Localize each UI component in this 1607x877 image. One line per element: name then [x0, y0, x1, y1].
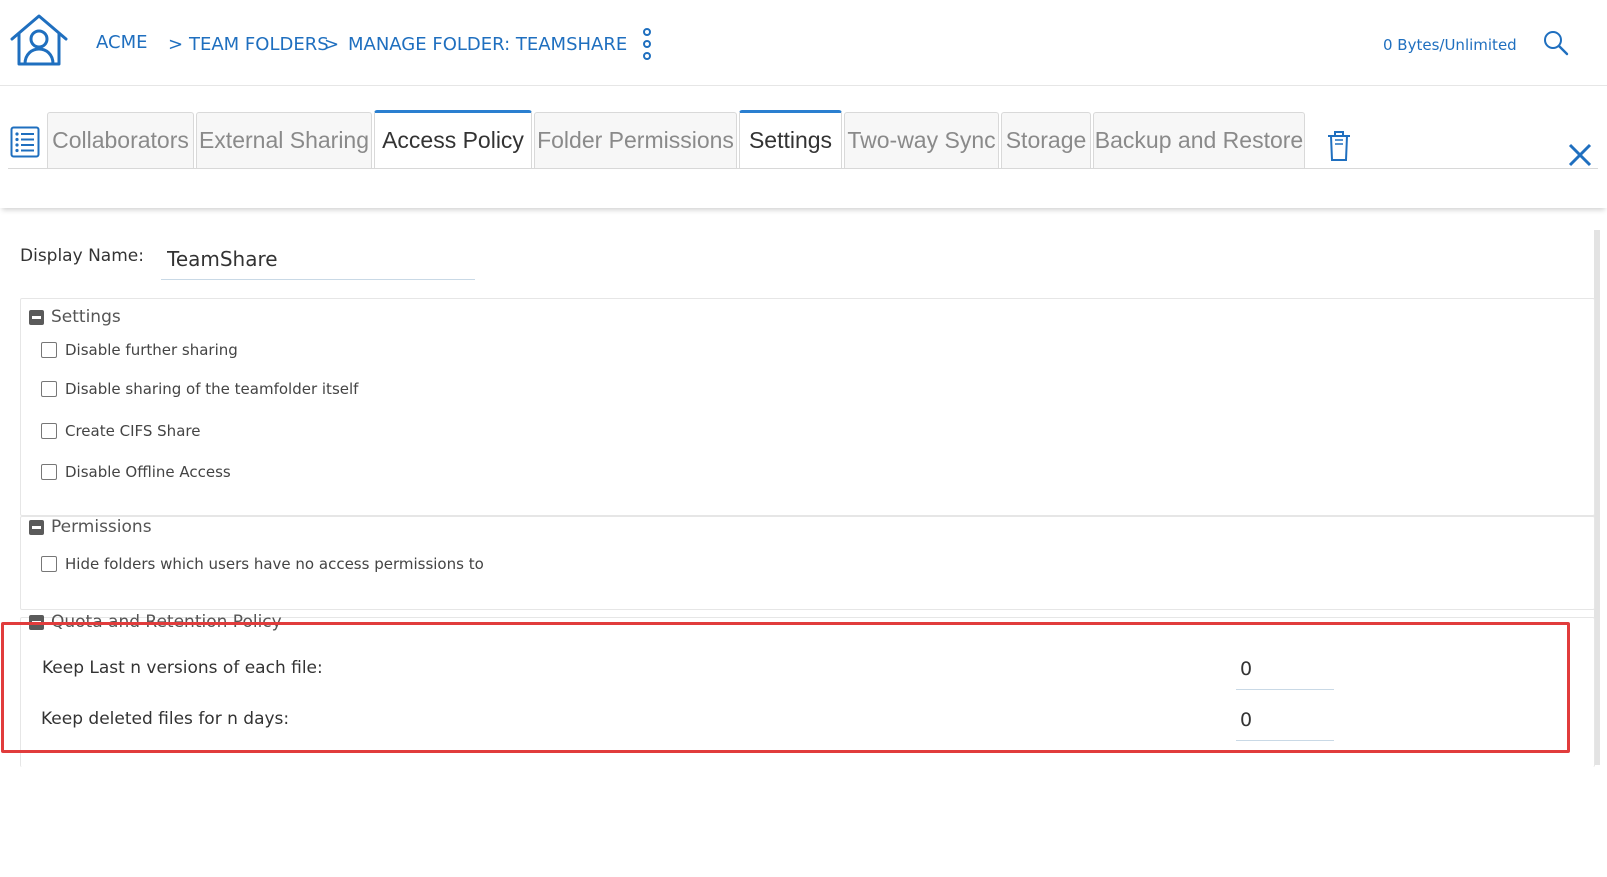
option-label: Disable sharing of the teamfolder itself	[65, 380, 359, 398]
trash-icon[interactable]	[1326, 130, 1352, 162]
tab-bar-divider	[8, 168, 1598, 169]
option-label: Disable Offline Access	[65, 463, 231, 481]
option-label: Hide folders which users have no access …	[65, 555, 484, 573]
top-header: ACME > TEAM FOLDERS > MANAGE FOLDER: TEA…	[0, 0, 1607, 86]
checkbox[interactable]	[41, 423, 57, 439]
permissions-section-header[interactable]: Permissions	[29, 517, 152, 537]
settings-section: Settings Disable further sharing Disable…	[20, 298, 1595, 516]
breadcrumb-team-folders[interactable]: TEAM FOLDERS	[189, 34, 329, 55]
keep-deleted-input[interactable]	[1236, 699, 1334, 741]
collapse-minus-icon[interactable]	[29, 614, 44, 630]
quota-section-title: Quota and Retention Policy	[51, 612, 282, 632]
checkbox[interactable]	[41, 556, 57, 572]
tab-storage[interactable]: Storage	[1001, 112, 1091, 168]
tab-two-way-sync[interactable]: Two-way Sync	[844, 112, 999, 168]
kebab-menu-icon[interactable]	[640, 28, 654, 60]
breadcrumb-separator: >	[168, 34, 184, 55]
display-name-input[interactable]	[161, 238, 475, 280]
option-label: Disable further sharing	[65, 341, 238, 359]
storage-quota-text: 0 Bytes/Unlimited	[1383, 36, 1517, 54]
home-user-icon[interactable]	[8, 12, 70, 68]
quota-retention-section: Quota and Retention Policy	[20, 612, 1595, 767]
option-hide-inaccessible-folders[interactable]: Hide folders which users have no access …	[41, 555, 484, 573]
tab-external-sharing[interactable]: External Sharing	[196, 112, 372, 168]
keep-versions-label: Keep Last n versions of each file:	[42, 658, 323, 678]
collapse-minus-icon[interactable]	[29, 519, 44, 535]
list-icon[interactable]	[10, 126, 40, 158]
quota-section-header[interactable]: Quota and Retention Policy	[29, 612, 282, 632]
collapse-minus-icon[interactable]	[29, 309, 44, 325]
option-disable-offline-access[interactable]: Disable Offline Access	[41, 463, 231, 481]
tab-backup-and-restore[interactable]: Backup and Restore	[1093, 112, 1305, 168]
settings-section-title: Settings	[51, 307, 121, 327]
checkbox[interactable]	[41, 381, 57, 397]
checkbox[interactable]	[41, 464, 57, 480]
breadcrumb-root[interactable]: ACME	[96, 32, 147, 53]
search-icon[interactable]	[1543, 30, 1569, 56]
tab-collaborators[interactable]: Collaborators	[47, 112, 194, 168]
keep-deleted-label: Keep deleted files for n days:	[41, 709, 290, 729]
close-icon[interactable]	[1568, 143, 1592, 167]
tab-settings[interactable]: Settings	[739, 110, 842, 168]
breadcrumb-separator: >	[324, 34, 340, 55]
breadcrumb-current-folder: MANAGE FOLDER: TEAMSHARE	[348, 34, 628, 55]
tab-folder-permissions[interactable]: Folder Permissions	[534, 112, 737, 168]
option-disable-further-sharing[interactable]: Disable further sharing	[41, 341, 238, 359]
tab-access-policy[interactable]: Access Policy	[374, 110, 532, 168]
permissions-section-title: Permissions	[51, 517, 152, 537]
keep-versions-input[interactable]	[1236, 648, 1334, 690]
option-disable-teamfolder-sharing[interactable]: Disable sharing of the teamfolder itself	[41, 380, 358, 398]
display-name-label: Display Name:	[20, 246, 144, 266]
option-create-cifs-share[interactable]: Create CIFS Share	[41, 422, 200, 440]
settings-section-header[interactable]: Settings	[29, 307, 121, 327]
option-label: Create CIFS Share	[65, 422, 201, 440]
checkbox[interactable]	[41, 342, 57, 358]
permissions-section: Permissions Hide folders which users hav…	[20, 516, 1595, 610]
